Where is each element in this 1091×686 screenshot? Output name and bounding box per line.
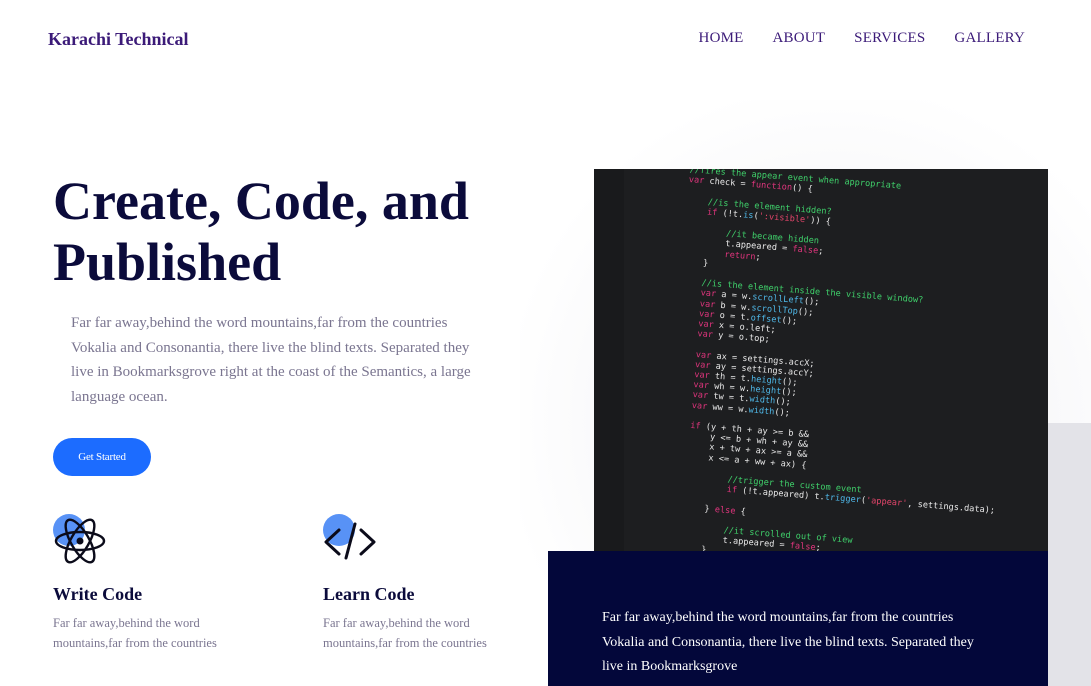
nav-gallery-link[interactable]: GALLERY (954, 30, 1025, 47)
feature-learn-code: Learn Code Far far away,behind the word … (323, 514, 533, 653)
code-text: //fires the appear event when appropriat… (659, 169, 996, 551)
feature-title: Learn Code (323, 584, 415, 604)
hero-title: Create, Code, and Published (53, 171, 469, 292)
nav-home-link[interactable]: HOME (699, 30, 744, 47)
nav-about-link[interactable]: ABOUT (773, 30, 826, 47)
info-box-text: Far far away,behind the word mountains,f… (602, 610, 974, 674)
line-number-gutter (594, 169, 624, 551)
atom-icon (53, 514, 109, 568)
feature-description: Far far away,behind the word mountains,f… (323, 616, 487, 650)
get-started-button[interactable]: Get Started (53, 438, 151, 476)
code-icon (323, 514, 379, 568)
main-nav: HOME ABOUT SERVICES GALLERY (699, 30, 1025, 47)
feature-description: Far far away,behind the word mountains,f… (53, 616, 217, 650)
info-box: Far far away,behind the word mountains,f… (548, 551, 1048, 686)
site-brand[interactable]: Karachi Technical (48, 29, 189, 50)
decorative-block (1048, 423, 1091, 686)
feature-title: Write Code (53, 584, 143, 604)
feature-write-code: Write Code Far far away,behind the word … (53, 514, 263, 653)
hero-description: Far far away,behind the word mountains,f… (71, 315, 471, 405)
nav-services-link[interactable]: SERVICES (854, 30, 925, 47)
code-screenshot-image: //fires the appear event when appropriat… (594, 169, 1048, 551)
